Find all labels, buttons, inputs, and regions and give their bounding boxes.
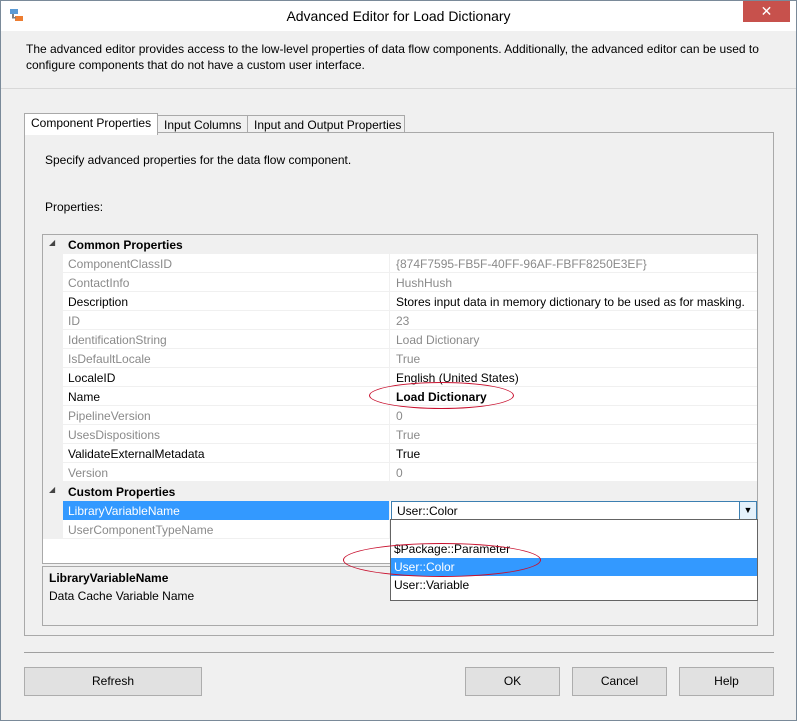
property-row[interactable]: ContactInfo HushHush xyxy=(43,273,757,292)
collapse-icon[interactable]: ◢ xyxy=(49,485,55,494)
property-row[interactable]: Description Stores input data in memory … xyxy=(43,292,757,311)
panel-intro: Specify advanced properties for the data… xyxy=(45,153,352,167)
property-name: LibraryVariableName xyxy=(63,501,390,520)
dropdown-option-selected[interactable]: User::Color xyxy=(391,558,757,576)
property-name: Name xyxy=(63,387,390,406)
property-value[interactable]: Load Dictionary xyxy=(391,387,757,406)
property-name: ValidateExternalMetadata xyxy=(63,444,390,463)
property-name: UsesDispositions xyxy=(63,425,390,444)
refresh-button[interactable]: Refresh xyxy=(24,667,202,696)
property-row[interactable]: UsesDispositions True xyxy=(43,425,757,444)
property-row[interactable]: Version 0 xyxy=(43,463,757,482)
property-row[interactable]: ComponentClassID {874F7595-FB5F-40FF-96A… xyxy=(43,254,757,273)
variable-dropdown-list: $Package::Parameter User::Color User::Va… xyxy=(390,519,758,601)
dropdown-option[interactable]: User::Variable xyxy=(391,576,757,594)
category-common-properties[interactable]: ◢ Common Properties xyxy=(43,235,757,254)
editor-description: The advanced editor provides access to t… xyxy=(26,42,759,72)
property-name: ContactInfo xyxy=(63,273,390,292)
property-name: IdentificationString xyxy=(63,330,390,349)
close-button[interactable]: ✕ xyxy=(743,1,790,22)
dropdown-option[interactable]: $Package::Parameter xyxy=(391,540,757,558)
tab-component-properties[interactable]: Component Properties xyxy=(24,113,158,135)
property-name: Description xyxy=(63,292,390,311)
combobox-value: User::Color xyxy=(397,504,458,518)
ok-button[interactable]: OK xyxy=(465,667,560,696)
property-name: IsDefaultLocale xyxy=(63,349,390,368)
advanced-editor-window: Advanced Editor for Load Dictionary ✕ Th… xyxy=(0,0,797,721)
property-row[interactable]: ID 23 xyxy=(43,311,757,330)
window-title: Advanced Editor for Load Dictionary xyxy=(286,8,511,24)
property-name: Version xyxy=(63,463,390,482)
cancel-button[interactable]: Cancel xyxy=(572,667,667,696)
property-description-text: Data Cache Variable Name xyxy=(49,589,195,603)
property-value[interactable]: Stores input data in memory dictionary t… xyxy=(391,292,757,311)
properties-label: Properties: xyxy=(45,200,104,214)
property-value[interactable]: English (United States) xyxy=(391,368,757,387)
property-name: LocaleID xyxy=(63,368,390,387)
property-row[interactable]: PipelineVersion 0 xyxy=(43,406,757,425)
property-row-name[interactable]: Name Load Dictionary xyxy=(43,387,757,406)
property-value: Load Dictionary xyxy=(396,333,480,347)
property-row[interactable]: IsDefaultLocale True xyxy=(43,349,757,368)
footer-divider xyxy=(24,652,774,653)
property-value: 0 xyxy=(396,466,403,480)
library-variable-combobox[interactable]: User::Color xyxy=(391,501,757,520)
property-value: 23 xyxy=(396,314,410,328)
collapse-icon[interactable]: ◢ xyxy=(49,238,55,247)
property-value[interactable]: True xyxy=(391,444,757,463)
property-description-title: LibraryVariableName xyxy=(49,571,169,585)
property-name: ID xyxy=(63,311,390,330)
property-row[interactable]: ValidateExternalMetadata True xyxy=(43,444,757,463)
category-custom-properties[interactable]: ◢ Custom Properties xyxy=(43,482,757,501)
property-name: ComponentClassID xyxy=(63,254,390,273)
help-button[interactable]: Help xyxy=(679,667,774,696)
category-label: Custom Properties xyxy=(68,485,176,499)
property-row[interactable]: LocaleID English (United States) xyxy=(43,368,757,387)
property-row[interactable]: IdentificationString Load Dictionary xyxy=(43,330,757,349)
title-bar: Advanced Editor for Load Dictionary ✕ xyxy=(1,1,796,31)
property-value: True xyxy=(396,428,421,442)
chevron-down-icon[interactable]: ▼ xyxy=(739,501,757,520)
property-name: PipelineVersion xyxy=(63,406,390,425)
header-divider xyxy=(1,88,796,89)
property-value: True xyxy=(396,352,421,366)
property-value: {874F7595-FB5F-40FF-96AF-FBFF8250E3EF} xyxy=(396,257,647,271)
category-label: Common Properties xyxy=(68,238,183,252)
property-row-library-variable-name[interactable]: LibraryVariableName User::Color ▼ xyxy=(43,501,757,520)
property-grid: ◢ Common Properties ComponentClassID {87… xyxy=(42,234,758,564)
property-value: 0 xyxy=(396,409,403,423)
property-name: UserComponentTypeName xyxy=(63,520,390,539)
property-value: HushHush xyxy=(396,276,453,290)
